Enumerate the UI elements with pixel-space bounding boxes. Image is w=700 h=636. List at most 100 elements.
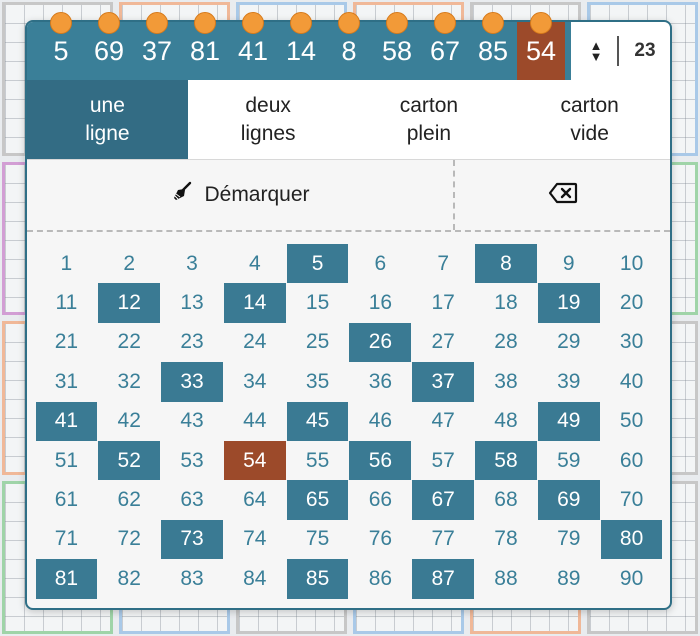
board-number[interactable]: 36: [349, 362, 411, 401]
board-number[interactable]: 39: [538, 362, 600, 401]
board-number[interactable]: 2: [98, 244, 160, 283]
board-number[interactable]: 37: [412, 362, 475, 402]
board-number[interactable]: 29: [538, 323, 600, 362]
board-number[interactable]: 28: [475, 323, 537, 362]
board-number[interactable]: 6: [349, 244, 411, 283]
tab-une-ligne[interactable]: une ligne: [27, 80, 188, 159]
board-number[interactable]: 8: [475, 244, 537, 284]
board-number[interactable]: 43: [161, 402, 223, 441]
board-number[interactable]: 34: [224, 362, 286, 401]
board-number[interactable]: 10: [601, 244, 663, 283]
board-number[interactable]: 58: [475, 440, 537, 481]
board-number[interactable]: 76: [349, 520, 411, 559]
board-number[interactable]: 68: [475, 480, 537, 519]
board-number[interactable]: 70: [601, 480, 663, 519]
board-number[interactable]: 88: [475, 559, 537, 598]
board-number[interactable]: 57: [412, 441, 474, 480]
board-number[interactable]: 33: [161, 362, 223, 402]
board-number[interactable]: 63: [161, 480, 223, 519]
board-number[interactable]: 50: [601, 402, 663, 441]
board-number[interactable]: 11: [36, 283, 98, 322]
board-number[interactable]: 48: [475, 402, 537, 441]
board-number[interactable]: 85: [286, 559, 349, 599]
board-number[interactable]: 16: [349, 283, 411, 322]
board-number[interactable]: 77: [412, 520, 474, 559]
board-number[interactable]: 56: [349, 440, 412, 481]
board-number[interactable]: 15: [287, 283, 349, 322]
board-number[interactable]: 14: [223, 283, 286, 323]
board-number[interactable]: 47: [412, 402, 474, 441]
board-number[interactable]: 26: [349, 322, 412, 363]
board-number[interactable]: 74: [224, 520, 286, 559]
board-number[interactable]: 59: [538, 441, 600, 480]
board-number[interactable]: 46: [349, 402, 411, 441]
board-number[interactable]: 13: [161, 283, 223, 322]
pin-marker: [530, 12, 552, 34]
board-number[interactable]: 38: [475, 362, 537, 401]
board-number[interactable]: 52: [98, 440, 161, 481]
board-number[interactable]: 69: [537, 480, 600, 520]
tab-carton-plein[interactable]: carton plein: [349, 80, 510, 159]
tab-deux-lignes[interactable]: deux lignes: [188, 80, 349, 159]
board-number[interactable]: 55: [287, 441, 349, 480]
board-number[interactable]: 3: [161, 244, 223, 283]
board-number[interactable]: 24: [224, 323, 286, 362]
board-number[interactable]: 73: [161, 519, 223, 560]
board-number[interactable]: 30: [601, 323, 663, 362]
tab-carton-vide[interactable]: carton vide: [509, 80, 670, 159]
board-number[interactable]: 22: [98, 323, 160, 362]
board-number[interactable]: 4: [224, 244, 286, 283]
board-number[interactable]: 42: [98, 402, 160, 441]
board-number[interactable]: 78: [475, 520, 537, 559]
board-number[interactable]: 90: [601, 559, 663, 598]
board-number[interactable]: 17: [412, 283, 474, 322]
board-number[interactable]: 9: [538, 244, 600, 283]
board-number[interactable]: 53: [161, 441, 223, 480]
board-number[interactable]: 72: [98, 520, 160, 559]
board-number[interactable]: 62: [98, 480, 160, 519]
board-number[interactable]: 81: [35, 559, 98, 599]
board-number[interactable]: 80: [600, 519, 663, 560]
board-number[interactable]: 31: [36, 362, 98, 401]
board-number[interactable]: 5: [286, 244, 349, 284]
board-number[interactable]: 27: [412, 323, 474, 362]
sort-toggle-button[interactable]: ▲ ▼: [583, 38, 609, 64]
board-number[interactable]: 20: [601, 283, 663, 322]
board-number[interactable]: 41: [35, 401, 98, 441]
board-number[interactable]: 44: [224, 402, 286, 441]
board-number[interactable]: 60: [601, 441, 663, 480]
board-number[interactable]: 25: [287, 323, 349, 362]
board-number[interactable]: 35: [287, 362, 349, 401]
board-number[interactable]: 19: [537, 283, 600, 323]
board-number[interactable]: 71: [36, 520, 98, 559]
backspace-button[interactable]: [455, 160, 670, 230]
board-number[interactable]: 18: [475, 283, 537, 322]
unmark-button[interactable]: Démarquer: [27, 160, 455, 230]
board-number[interactable]: 49: [537, 401, 600, 441]
board-number[interactable]: 12: [98, 283, 161, 323]
board-number[interactable]: 87: [412, 559, 475, 599]
pin-marker: [386, 12, 408, 34]
board-number[interactable]: 75: [287, 520, 349, 559]
board-number[interactable]: 84: [224, 559, 286, 598]
board-number[interactable]: 83: [161, 559, 223, 598]
board-number[interactable]: 40: [601, 362, 663, 401]
board-number[interactable]: 32: [98, 362, 160, 401]
board-number[interactable]: 79: [538, 520, 600, 559]
board-number[interactable]: 66: [349, 480, 411, 519]
board-number[interactable]: 65: [286, 480, 349, 520]
board-number[interactable]: 86: [349, 559, 411, 598]
board-number[interactable]: 51: [36, 441, 98, 480]
board-number[interactable]: 61: [36, 480, 98, 519]
board-number[interactable]: 67: [412, 480, 475, 520]
board-number[interactable]: 89: [538, 559, 600, 598]
board-number[interactable]: 7: [412, 244, 474, 283]
board-number[interactable]: 82: [98, 559, 160, 598]
board-number[interactable]: 1: [36, 244, 98, 283]
board-number[interactable]: 45: [286, 401, 349, 441]
board-number[interactable]: 54: [223, 440, 286, 481]
board-number[interactable]: 23: [161, 323, 223, 362]
board-number[interactable]: 64: [224, 480, 286, 519]
pin-marker: [50, 12, 72, 34]
board-number[interactable]: 21: [36, 323, 98, 362]
